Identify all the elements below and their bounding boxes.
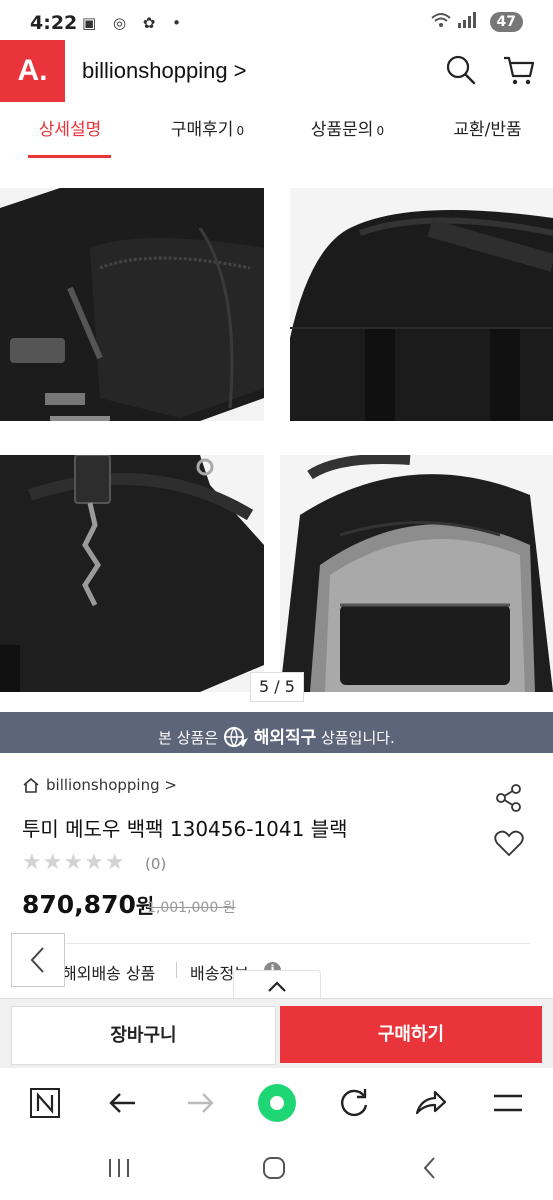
tab-reviews[interactable]: 구매후기 0 xyxy=(150,102,265,158)
heart-icon[interactable] xyxy=(494,829,524,857)
tab-count: 0 xyxy=(376,124,385,138)
back-button[interactable] xyxy=(11,933,65,987)
product-photo-interior xyxy=(280,455,553,692)
tab-label: 상세설명 xyxy=(38,120,102,140)
tab-exchange-return[interactable]: 교환/반품 xyxy=(430,102,545,158)
rating-stars: ★★★★★ xyxy=(22,850,126,875)
tab-label: 교환/반품 xyxy=(453,120,522,140)
system-navigation-bar xyxy=(0,1138,553,1200)
home-green-icon[interactable] xyxy=(257,1083,297,1123)
banner-highlight: 해외직구 xyxy=(253,728,317,748)
tab-label: 구매후기 xyxy=(170,120,234,140)
brand-logo[interactable]: A. xyxy=(0,40,65,102)
overseas-purchase-banner: 본 상품은 해외직구 상품입니다. xyxy=(0,712,553,753)
globe-plane-icon xyxy=(223,727,254,747)
wifi-signal-icon xyxy=(430,11,480,33)
home-icon xyxy=(23,777,39,793)
shop-breadcrumb-link[interactable]: billionshopping > xyxy=(46,776,177,794)
chevron-left-icon xyxy=(30,947,44,973)
tab-inquiries[interactable]: 상품문의 0 xyxy=(290,102,405,158)
banner-suffix: 상품입니다. xyxy=(321,729,395,747)
sale-price: 870,870원 xyxy=(22,890,154,919)
status-time: 4:22 xyxy=(30,12,78,34)
tab-count: 0 xyxy=(236,124,245,138)
product-title: 투미 메도우 백팩 130456-1041 블랙 xyxy=(22,817,348,841)
refresh-icon[interactable] xyxy=(334,1083,374,1123)
purchase-action-bar: 장바구니 구매하기 xyxy=(0,998,553,1069)
forward-arrow-icon[interactable] xyxy=(180,1083,220,1123)
review-count: (0) xyxy=(145,855,167,873)
product-photo-top xyxy=(290,188,553,421)
image-pager: 5 / 5 xyxy=(250,672,304,702)
back-arrow-icon[interactable] xyxy=(103,1083,143,1123)
chevron-up-icon xyxy=(268,981,286,992)
notification-icons: ▣ ◎ ✿ • xyxy=(82,14,187,32)
shop-name-link[interactable]: billionshopping > xyxy=(82,58,247,84)
shipping-type: 해외배송 상품 xyxy=(62,964,156,983)
browser-toolbar xyxy=(0,1068,553,1138)
share-arrow-icon[interactable] xyxy=(411,1083,451,1123)
product-image-gallery[interactable]: 5 / 5 xyxy=(0,158,553,712)
app-header: A. billionshopping > xyxy=(0,40,553,103)
divider xyxy=(176,962,177,978)
menu-icon[interactable] xyxy=(488,1083,528,1123)
cart-icon[interactable] xyxy=(502,54,536,86)
buy-now-button[interactable]: 구매하기 xyxy=(280,1006,542,1063)
tab-description[interactable]: 상세설명 xyxy=(15,102,125,158)
search-icon[interactable] xyxy=(445,54,477,86)
system-back-icon[interactable] xyxy=(416,1155,444,1181)
expand-up-button[interactable] xyxy=(233,970,321,1001)
share-icon[interactable] xyxy=(494,783,524,813)
product-photo-hardware xyxy=(0,455,264,692)
tab-label: 상품문의 xyxy=(310,120,374,140)
divider xyxy=(22,943,530,944)
banner-prefix: 본 상품은 xyxy=(158,729,219,747)
naver-n-icon[interactable] xyxy=(25,1083,65,1123)
original-price: 1,001,000 원 xyxy=(147,900,236,916)
add-to-cart-button[interactable]: 장바구니 xyxy=(11,1006,276,1065)
battery-indicator: 47 xyxy=(489,12,523,32)
product-photo-side xyxy=(0,188,264,421)
detail-tabs: 상세설명 구매후기 0 상품문의 0 교환/반품 xyxy=(0,102,553,159)
home-button-icon[interactable] xyxy=(260,1155,288,1181)
price-value: 870,870 xyxy=(22,890,136,919)
recent-apps-icon[interactable] xyxy=(104,1156,134,1180)
